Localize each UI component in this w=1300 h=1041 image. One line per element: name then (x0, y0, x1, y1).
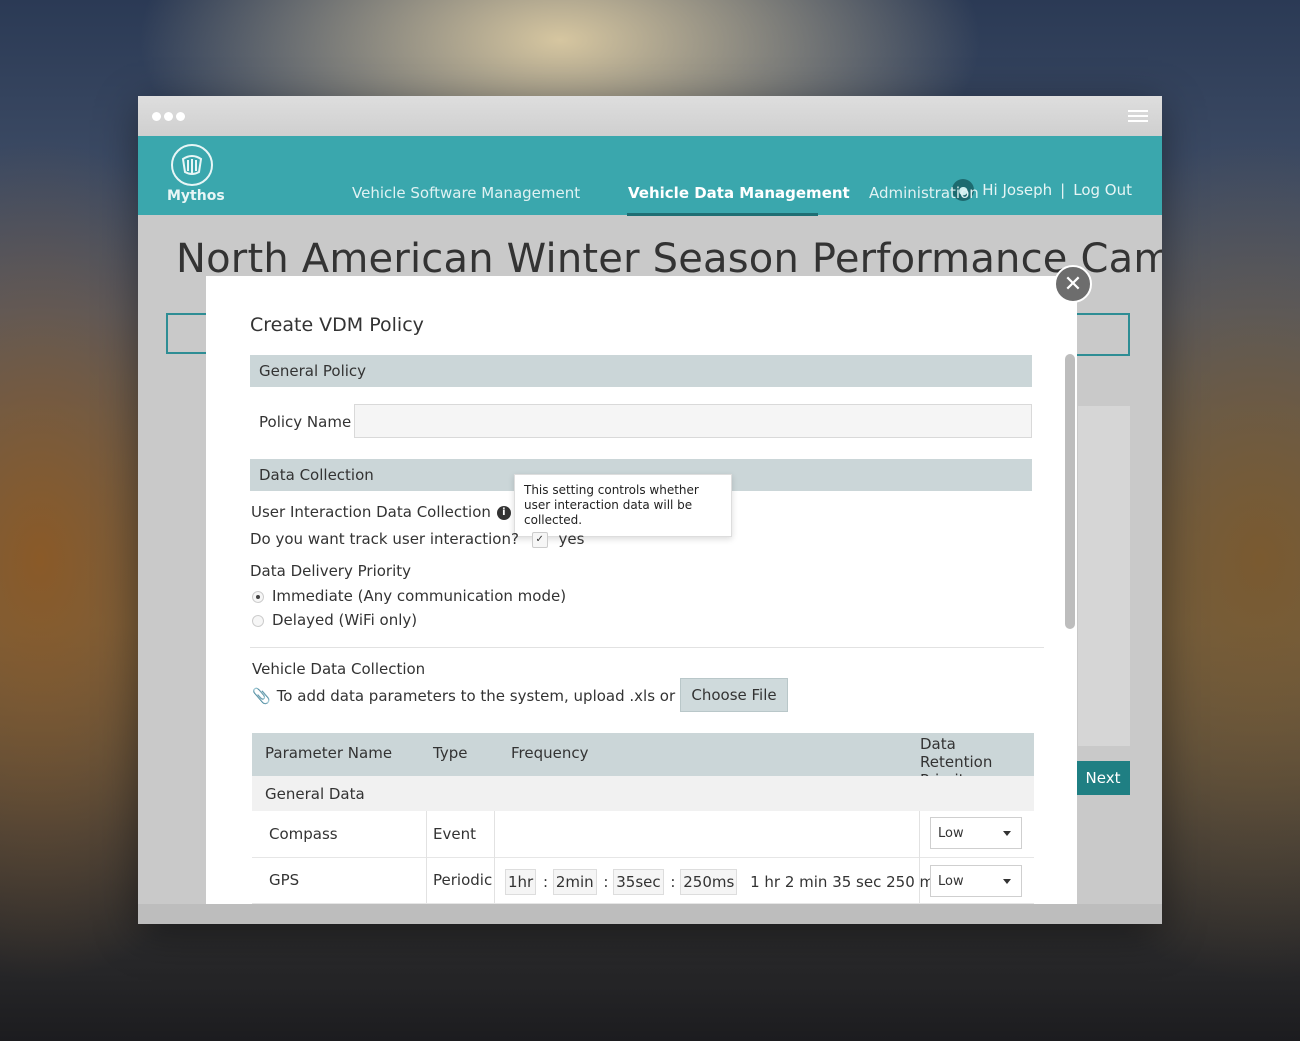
policy-name-label: Policy Name (259, 413, 352, 431)
background-panel (1078, 406, 1130, 746)
section-divider (250, 647, 1044, 648)
mythos-logo-icon[interactable] (171, 144, 213, 186)
freq-hr-input[interactable]: 1hr (505, 869, 537, 895)
track-checkbox[interactable]: ✓ (531, 531, 548, 548)
upload-hint-row: 📎 To add data parameters to the system, u… (252, 687, 710, 705)
track-question: Do you want track user interaction? (250, 530, 519, 548)
nav-administration[interactable]: Administration (869, 184, 979, 202)
modal-title: Create VDM Policy (250, 314, 424, 336)
retention-value: Low (938, 825, 964, 841)
greeting: Hi Joseph (982, 181, 1053, 199)
th-type: Type (433, 744, 468, 762)
logout-link[interactable]: Log Out (1073, 181, 1132, 199)
window-dot-minimize[interactable] (164, 112, 173, 121)
row-param-name: GPS (269, 871, 300, 889)
browser-window: Mythos ● Hi Joseph | Log Out Vehicle Sof… (138, 96, 1162, 924)
priority-option-immediate[interactable]: Immediate (Any communication mode) (252, 587, 566, 605)
info-icon[interactable]: i (496, 505, 511, 520)
nav-vehicle-software[interactable]: Vehicle Software Management (352, 184, 580, 202)
close-modal-button[interactable]: ✕ (1054, 265, 1092, 303)
retention-select[interactable]: Low (930, 817, 1022, 849)
section-general-policy: General Policy (250, 355, 1032, 387)
table-row: GPS Periodic 1hr : 2min : 35sec : 250ms … (252, 857, 1034, 904)
th-parameter-name: Parameter Name (265, 744, 393, 762)
table-header: Parameter Name Type Frequency Data Reten… (252, 733, 1034, 789)
policy-name-input[interactable] (354, 404, 1032, 438)
freq-ms-input[interactable]: 250ms (680, 869, 738, 895)
retention-select[interactable]: Low (930, 865, 1022, 897)
close-icon: ✕ (1063, 271, 1083, 297)
choose-file-button[interactable]: Choose File (680, 678, 788, 712)
nav-vehicle-data[interactable]: Vehicle Data Management (628, 184, 850, 202)
paperclip-icon: 📎 (252, 687, 271, 705)
logo-text: Mythos (167, 188, 225, 204)
row-type: Periodic (433, 871, 493, 889)
upload-hint: To add data parameters to the system, up… (276, 687, 710, 705)
group-label: General Data (265, 785, 365, 803)
chevron-down-icon (1003, 879, 1011, 884)
track-question-row: Do you want track user interaction? ✓ ye… (250, 530, 584, 548)
nav-active-indicator (627, 213, 818, 216)
user-area: ● Hi Joseph | Log Out (952, 179, 1132, 201)
user-interaction-heading: User Interaction Data Collection i (251, 503, 511, 521)
freq-min-input[interactable]: 2min (552, 869, 597, 895)
vehicle-data-label: Vehicle Data Collection (252, 660, 426, 678)
user-interaction-label: User Interaction Data Collection (251, 503, 491, 521)
table-row: Compass Event Low (252, 811, 1034, 858)
hamburger-icon[interactable] (1128, 110, 1148, 123)
window-controls[interactable] (152, 112, 185, 121)
frequency-text: 1 hr 2 min 35 sec 250 ms (750, 873, 942, 891)
row-type: Event (433, 825, 476, 843)
app-header: Mythos ● Hi Joseph | Log Out (138, 136, 1162, 215)
frequency-inputs: 1hr : 2min : 35sec : 250ms 1 hr 2 min 35… (505, 869, 942, 895)
table-group-row: General Data (252, 776, 1034, 811)
window-dot-maximize[interactable] (176, 112, 185, 121)
window-titlebar (138, 96, 1162, 136)
priority-delayed-label: Delayed (WiFi only) (272, 611, 418, 629)
track-answer: yes (558, 530, 585, 548)
window-dot-close[interactable] (152, 112, 161, 121)
background-field-right (1072, 313, 1130, 356)
window-bottom-bar (138, 904, 1162, 924)
radio-immediate[interactable] (252, 590, 264, 603)
retention-value: Low (938, 873, 964, 889)
modal-scrollbar[interactable] (1065, 354, 1075, 629)
radio-delayed[interactable] (252, 614, 264, 627)
th-frequency: Frequency (511, 744, 589, 762)
freq-sec-input[interactable]: 35sec (613, 869, 664, 895)
priority-label: Data Delivery Priority (250, 562, 412, 580)
row-param-name: Compass (269, 825, 338, 843)
priority-immediate-label: Immediate (Any communication mode) (272, 587, 567, 605)
info-tooltip: This setting controls whether user inter… (514, 474, 732, 537)
chevron-down-icon (1003, 831, 1011, 836)
separator: | (1060, 181, 1066, 199)
next-button[interactable]: Next (1076, 761, 1130, 795)
priority-option-delayed[interactable]: Delayed (WiFi only) (252, 611, 417, 629)
create-policy-modal: Create VDM Policy General Policy Policy … (206, 276, 1077, 904)
